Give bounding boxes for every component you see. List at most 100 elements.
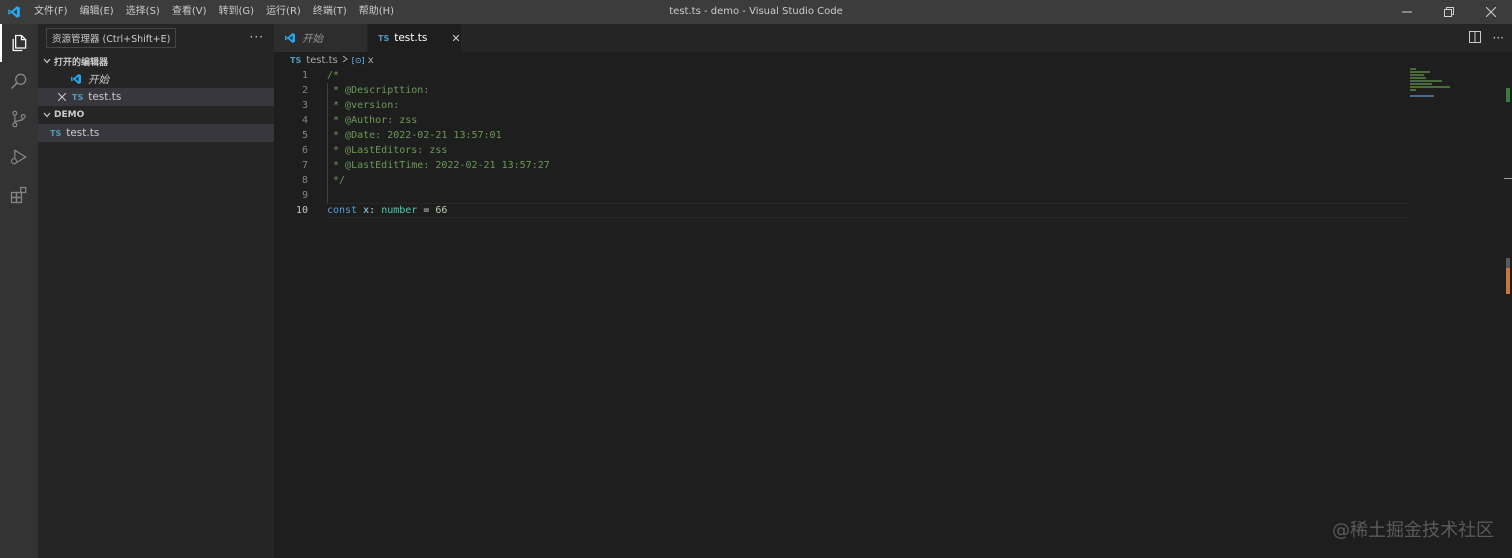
activity-source-control[interactable] (0, 100, 38, 138)
code-line: 6 * @LastEditors: zss (274, 143, 1414, 158)
line-text: * @Author: zss (308, 113, 417, 128)
open-editor-label: 开始 (88, 73, 109, 86)
menu-item[interactable]: 选择(S) (120, 0, 166, 24)
open-editors-header[interactable]: 打开的编辑器 (38, 52, 274, 70)
close-window-button[interactable] (1470, 0, 1512, 24)
explorer-tooltip: 资源管理器 (Ctrl+Shift+E) (46, 28, 177, 48)
code-token: * @version: (327, 100, 400, 111)
menu-item[interactable]: 终端(T) (307, 0, 353, 24)
more-actions-icon[interactable]: ··· (250, 30, 264, 44)
open-editor-label: test.ts (88, 91, 122, 103)
code-line: 3 * @version: (274, 98, 1414, 113)
code-token: * @LastEditors: zss (327, 145, 448, 156)
minimap[interactable] (1410, 68, 1500, 108)
minimize-button[interactable] (1386, 0, 1428, 24)
open-editor-item-test-ts[interactable]: TS test.ts (38, 88, 274, 106)
activity-search[interactable] (0, 62, 38, 100)
breadcrumb-file[interactable]: test.ts (306, 55, 338, 66)
restore-icon (1444, 7, 1454, 17)
menu-item[interactable]: 帮助(H) (353, 0, 400, 24)
activity-extensions[interactable] (0, 176, 38, 214)
title-bar: 文件(F) 编辑(E) 选择(S) 查看(V) 转到(G) 运行(R) 终端(T) 帮助(H)… (0, 0, 1512, 24)
typescript-icon: TS (50, 128, 62, 138)
typescript-icon: TS (72, 92, 84, 102)
folder-label: DEMO (54, 110, 85, 120)
chevron-right-icon (342, 55, 348, 66)
run-debug-icon (10, 149, 27, 165)
menu-item[interactable]: 文件(F) (28, 0, 74, 24)
editor-area: 开始 TS test.ts ✕ ··· TS test.ts [⊙] x 1 /*… (274, 24, 1512, 558)
vscode-icon (284, 32, 296, 44)
watermark: @稀土掘金技术社区 (1332, 520, 1494, 541)
close-icon (1486, 7, 1496, 17)
code-token: * @Author: zss (327, 115, 418, 126)
explorer-icon (12, 34, 27, 52)
extensions-icon (10, 186, 27, 204)
folder-header-demo[interactable]: DEMO (38, 106, 274, 124)
line-number: 10 (295, 205, 308, 216)
tab-bar: 开始 TS test.ts ✕ ··· (274, 24, 1512, 52)
menu-item[interactable]: 运行(R) (260, 0, 307, 24)
breadcrumb: TS test.ts [⊙] x (274, 52, 1512, 68)
chevron-down-icon (40, 57, 54, 65)
comment-indent-guide (327, 83, 328, 203)
breadcrumb-symbol[interactable]: x (368, 55, 374, 66)
code-line: 4 * @Author: zss (274, 113, 1414, 128)
code-line: 1 /* (274, 68, 1414, 83)
restore-button[interactable] (1428, 0, 1470, 24)
tab-test-ts[interactable]: TS test.ts ✕ (368, 24, 462, 52)
menu-item[interactable]: 查看(V) (166, 0, 213, 24)
file-item-test-ts[interactable]: TS test.ts (38, 124, 274, 142)
tab-welcome[interactable]: 开始 (274, 24, 368, 52)
activity-explorer[interactable] (0, 24, 38, 62)
typescript-icon: TS (290, 55, 302, 65)
menu-item[interactable]: 编辑(E) (74, 0, 120, 24)
line-number: 2 (301, 85, 308, 96)
open-editors-label: 打开的编辑器 (54, 57, 109, 68)
open-editor-item-welcome[interactable]: 开始 (38, 70, 274, 88)
code-token: * @Date: 2022-02-21 13:57:01 (327, 130, 502, 141)
vscode-logo-icon (0, 0, 28, 24)
tab-label: 开始 (302, 32, 323, 45)
more-actions-icon[interactable]: ··· (1493, 31, 1504, 45)
vscode-icon (70, 73, 82, 85)
minimize-icon (1402, 11, 1412, 13)
code-token: */ (327, 175, 346, 186)
code-line: 5 * @Date: 2022-02-21 13:57:01 (274, 128, 1414, 143)
chevron-down-icon (40, 111, 54, 119)
line-text: * @LastEditors: zss (308, 143, 447, 158)
line-number: 7 (301, 160, 308, 171)
variable-symbol-icon: [⊙] (351, 55, 365, 65)
code-line: 9 (274, 188, 1414, 203)
editor-actions: ··· (1468, 24, 1504, 52)
explorer-sidebar: 资源管理器 (Ctrl+Shift+E) ··· 打开的编辑器 开始 TS te… (38, 24, 274, 558)
line-text: * @LastEditTime: 2022-02-21 13:57:27 (308, 158, 550, 173)
line-number: 4 (301, 115, 308, 126)
line-number: 9 (301, 190, 308, 201)
code-token: /* (327, 70, 340, 81)
typescript-icon: TS (378, 33, 390, 43)
vertical-scrollbar[interactable] (1504, 68, 1512, 558)
line-number: 5 (301, 130, 308, 141)
tab-label: test.ts (394, 32, 428, 44)
line-text (308, 188, 327, 203)
code-line: 2 * @Descripttion: (274, 83, 1414, 98)
code-token: * @Descripttion: (327, 85, 430, 96)
line-number: 8 (301, 175, 308, 186)
activity-bar (0, 24, 38, 558)
close-editor-icon[interactable] (58, 93, 66, 101)
menu-bar: 文件(F) 编辑(E) 选择(S) 查看(V) 转到(G) 运行(R) 终端(T) 帮助(H) (28, 0, 400, 24)
file-label: test.ts (66, 127, 100, 139)
close-tab-icon[interactable]: ✕ (451, 32, 460, 45)
code-editor[interactable]: 1/* 2 * @Descripttion: 3 * @version: 4 * @A… (274, 68, 1414, 218)
split-editor-icon[interactable] (1468, 30, 1481, 46)
activity-run-debug[interactable] (0, 138, 38, 176)
line-text: /* (308, 68, 339, 83)
window-controls (1386, 0, 1512, 24)
line-text: * @version: (308, 98, 399, 113)
menu-item[interactable]: 转到(G) (213, 0, 261, 24)
code-token: * @LastEditTime: 2022-02-21 13:57:27 (327, 160, 550, 171)
code-line: 8 */ (274, 173, 1414, 188)
line-number: 1 (301, 70, 308, 81)
source-control-icon (12, 110, 26, 128)
